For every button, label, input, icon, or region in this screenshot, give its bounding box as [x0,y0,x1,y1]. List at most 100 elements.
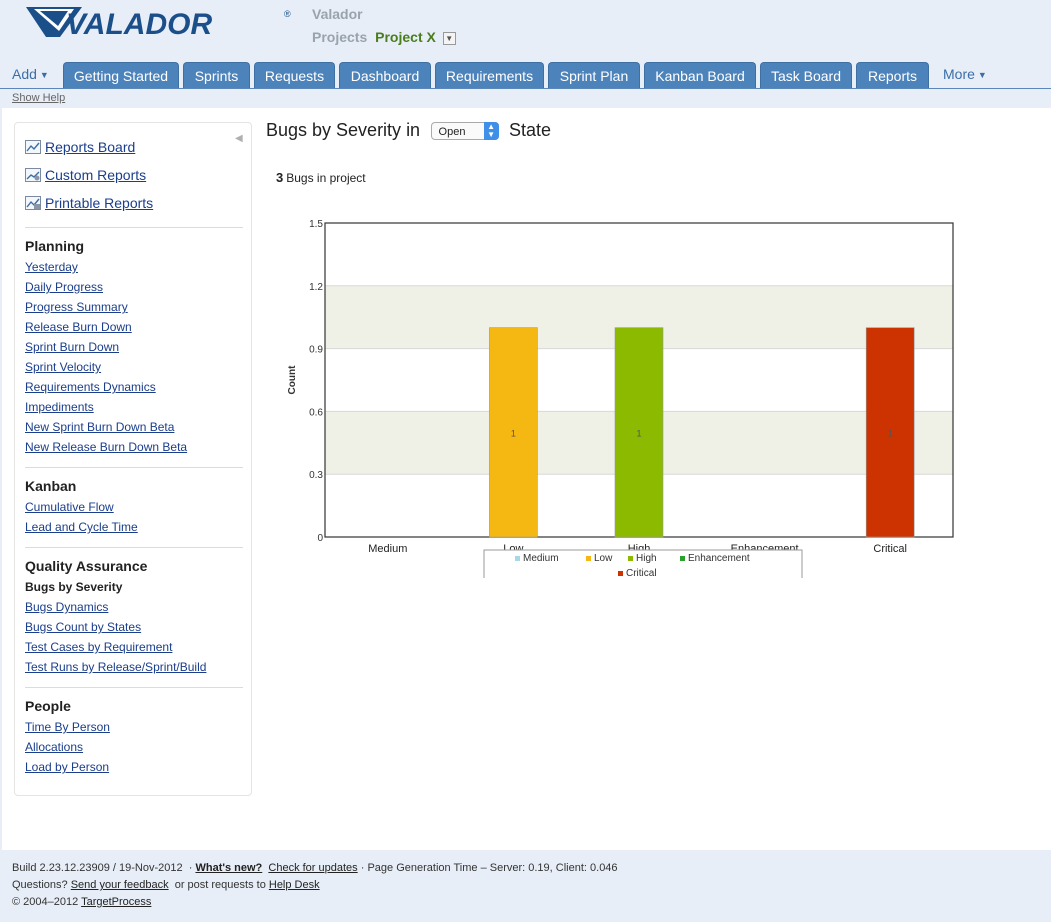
sidebar-item-bugs-dynamics[interactable]: Bugs Dynamics [25,600,108,614]
bar-data-label: 1 [511,428,516,438]
select-stepper-icon: ▲ ▼ [483,121,499,140]
reports-board-link[interactable]: Reports Board [25,139,135,157]
printable-reports-label: Printable Reports [45,195,154,211]
tab-reports[interactable]: Reports [856,62,929,88]
page-generation-time: · Page Generation Time – Server: 0.19, C… [360,862,618,874]
x-tick-label: Critical [873,543,907,555]
sidebar-item-yesterday[interactable]: Yesterday [25,260,78,274]
sidebar-item-time-by-person[interactable]: Time By Person [25,720,110,734]
divider [25,687,243,688]
state-select-value: Open [438,125,466,138]
printable-reports-icon [25,196,41,213]
help-desk-link[interactable]: Help Desk [269,879,320,891]
legend-label: Medium [523,553,559,564]
project-name[interactable]: Project X [375,29,436,45]
legend-swatch [618,571,623,576]
report-title: Bugs by Severity in Open ▲ ▼ State [266,120,551,146]
sidebar-item-progress-summary[interactable]: Progress Summary [25,300,128,314]
printable-reports-link[interactable]: Printable Reports [25,195,153,213]
project-selector: Projects Project X ▼ [312,29,456,45]
sidebar-item-daily-progress[interactable]: Daily Progress [25,280,103,294]
sidebar-item-load-by-person[interactable]: Load by Person [25,760,109,774]
projects-label: Projects [312,29,368,45]
sidebar-item-test-cases-by-requirement[interactable]: Test Cases by Requirement [25,640,172,654]
y-tick-label: 0 [317,533,323,544]
targetprocess-link[interactable]: TargetProcess [81,896,151,908]
collapse-icon[interactable]: ◀ [235,133,243,144]
sidebar-item-lead-and-cycle-time[interactable]: Lead and Cycle Time [25,520,138,534]
app-name: Valador [312,6,363,22]
chevron-down-icon[interactable]: ▼ [442,31,456,45]
logo-text: VALADOR [66,8,212,41]
tab-sprint-plan[interactable]: Sprint Plan [548,62,640,88]
y-tick-label: 1.2 [309,282,323,293]
divider [25,227,243,228]
divider [25,547,243,548]
report-title-text: Bugs by Severity in [266,120,421,140]
valador-logo[interactable]: VALADOR ® [26,3,296,41]
more-menu[interactable]: More ▼ [943,66,987,82]
footer: Build 2.23.12.23909 / 19-Nov-2012 · What… [12,860,618,911]
reports-board-label: Reports Board [45,139,136,155]
sidebar-item-new-sprint-burn-down-beta[interactable]: New Sprint Burn Down Beta [25,420,174,434]
sidebar-item-sprint-burn-down[interactable]: Sprint Burn Down [25,340,119,354]
legend-label: Enhancement [688,553,750,564]
state-select[interactable]: Open ▲ ▼ [430,121,499,140]
sidebar-item-impediments[interactable]: Impediments [25,400,94,414]
tab-requests[interactable]: Requests [254,62,335,88]
add-menu[interactable]: Add ▼ [12,66,49,82]
tab-kanban-board[interactable]: Kanban Board [644,62,756,88]
quality-assurance-heading: Quality Assurance [25,558,148,574]
copyright: © 2004–2012 [12,896,79,908]
bar-data-label: 1 [636,428,641,438]
report-state-label: State [508,120,552,140]
send-feedback-link[interactable]: Send your feedback [71,879,169,891]
custom-reports-icon [25,168,41,185]
sidebar-item-allocations[interactable]: Allocations [25,740,83,754]
tab-getting-started[interactable]: Getting Started [63,62,179,88]
sidebar-item-release-burn-down[interactable]: Release Burn Down [25,320,132,334]
caret-down-icon: ▼ [39,70,49,81]
people-heading: People [25,698,71,714]
sidebar-item-bugs-count-by-states[interactable]: Bugs Count by States [25,620,141,634]
legend-label: High [636,553,657,564]
custom-reports-link[interactable]: Custom Reports [25,167,146,185]
logo-graphic: VALADOR ® [26,7,291,41]
planning-heading: Planning [25,238,85,254]
tab-dashboard[interactable]: Dashboard [339,62,431,88]
questions-label: Questions? [12,879,68,891]
bugs-count-label: Bugs in project [286,171,366,185]
y-axis-label: Count [287,365,298,395]
tab-requirements[interactable]: Requirements [435,62,544,88]
bar-data-label: 1 [888,428,893,438]
or-post-label: or post requests to [174,879,266,891]
build-info: Build 2.23.12.23909 / 19-Nov-2012 [12,862,183,874]
reports-board-icon [25,140,41,157]
caret-down-icon: ▼ [977,70,987,81]
bugs-by-severity-chart: 0 0.3 0.6 0.9 1.2 1.5 Count Medium 1 Low 1 High Enha… [287,219,954,578]
y-tick-label: 0.6 [309,407,323,418]
legend-label: Critical [626,568,657,578]
footer-line-3: © 2004–2012 TargetProcess [12,894,618,911]
y-tick-label: 1.5 [309,219,323,230]
check-updates-link[interactable]: Check for updates [268,862,357,874]
svg-text:®: ® [284,9,291,19]
sidebar-item-test-runs[interactable]: Test Runs by Release/Sprint/Build [25,660,206,674]
y-tick-label: 0.9 [309,345,323,356]
legend-swatch [586,556,591,561]
footer-line-2: Questions? Send your feedback or post re… [12,877,618,894]
x-tick-label: Medium [368,543,407,555]
reports-sidebar: ◀ Reports Board Custom Reports Printable… [14,122,252,796]
footer-line-1: Build 2.23.12.23909 / 19-Nov-2012 · What… [12,862,618,874]
sidebar-item-requirements-dynamics[interactable]: Requirements Dynamics [25,380,156,394]
sidebar-item-sprint-velocity[interactable]: Sprint Velocity [25,360,101,374]
tab-sprints[interactable]: Sprints [183,62,250,88]
bugs-count-number: 3 [276,170,284,185]
main-nav: Add ▼ Getting Started Sprints Requests Da… [0,60,1051,89]
show-help-link[interactable]: Show Help [12,92,65,104]
sidebar-item-new-release-burn-down-beta[interactable]: New Release Burn Down Beta [25,440,187,454]
bugs-count: 3 Bugs in project [276,170,366,185]
whats-new-link[interactable]: What's new? [195,862,262,874]
tab-task-board[interactable]: Task Board [760,62,852,88]
sidebar-item-cumulative-flow[interactable]: Cumulative Flow [25,500,114,514]
